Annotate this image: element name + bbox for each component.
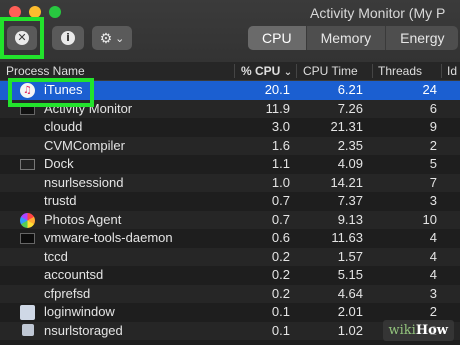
cpu-time-value: 5.15 <box>337 267 363 282</box>
table-row[interactable]: nsurlsessiond 1.0 14.21 7 <box>0 173 460 192</box>
threads-value: 2 <box>429 304 437 319</box>
table-row[interactable]: CVMCompiler 1.6 2.35 2 <box>0 136 460 155</box>
cpu-time-value: 4.09 <box>337 156 363 171</box>
cpu-value: 0.1 <box>271 322 290 338</box>
dock-icon <box>20 159 35 170</box>
table-row[interactable]: tccd 0.2 1.57 4 <box>0 247 460 266</box>
threads-value: 5 <box>429 156 437 171</box>
table-row[interactable]: vmware-tools-daemon 0.6 11.63 4 <box>0 229 460 248</box>
process-name: vmware-tools-daemon <box>44 230 173 245</box>
cpu-time-value: 21.31 <box>330 119 363 134</box>
column-cpu-label: % CPU <box>241 64 281 78</box>
highlight-box-stop-button <box>0 17 44 59</box>
threads-value: 7 <box>429 174 437 190</box>
cpu-time-value: 7.37 <box>337 193 363 208</box>
process-name: trustd <box>44 193 77 208</box>
title-bar: Activity Monitor (My P ✕ i ⚙ ⌄ CPU Memor… <box>0 0 460 63</box>
tab-energy[interactable]: Energy <box>385 26 458 50</box>
threads-value: 4 <box>429 267 437 282</box>
wikihow-watermark: wikiHow <box>382 320 454 341</box>
cpu-time-value: 11.63 <box>331 230 363 245</box>
process-name: accountsd <box>44 267 104 282</box>
process-name: cloudd <box>44 119 83 134</box>
gear-icon: ⚙ <box>99 29 113 46</box>
cpu-time-value: 7.26 <box>337 100 363 116</box>
sort-indicator-icon: ⌄ <box>283 67 293 78</box>
table-row[interactable]: trustd 0.7 7.37 3 <box>0 192 460 211</box>
table-row[interactable]: Dock 1.1 4.09 5 <box>0 155 460 174</box>
watermark-brand: wiki <box>388 323 416 338</box>
cpu-value: 1.1 <box>271 156 290 171</box>
column-separator <box>296 64 297 78</box>
cpu-value: 11.9 <box>265 100 290 116</box>
tab-memory[interactable]: Memory <box>305 26 386 50</box>
threads-value: 6 <box>429 100 437 116</box>
cpu-value: 0.7 <box>271 211 290 227</box>
table-row[interactable]: cloudd 3.0 21.31 9 <box>0 118 460 137</box>
threads-value: 3 <box>429 285 437 301</box>
threads-value: 9 <box>429 119 437 134</box>
process-list: ♫ iTunes 20.1 6.21 24 Activity Monitor 1… <box>0 81 460 340</box>
cpu-time-value: 2.01 <box>337 304 363 319</box>
action-menu-button[interactable]: ⚙ ⌄ <box>92 26 132 50</box>
cpu-value: 0.7 <box>271 193 290 208</box>
process-name: cfprefsd <box>44 285 91 301</box>
cpu-time-value: 4.64 <box>337 285 363 301</box>
threads-value: 4 <box>429 230 437 245</box>
column-threads[interactable]: Threads <box>378 64 422 78</box>
threads-value: 3 <box>429 193 437 208</box>
cpu-value: 0.2 <box>271 267 290 282</box>
cpu-time-value: 1.02 <box>337 322 363 338</box>
cpu-time-value: 14.21 <box>330 174 363 190</box>
column-separator <box>234 64 235 78</box>
column-process-name[interactable]: Process Name <box>6 64 85 78</box>
window-title: Activity Monitor (My P <box>310 5 446 21</box>
watermark-suffix: How <box>415 323 448 338</box>
cpu-value: 1.6 <box>271 137 290 153</box>
chevron-down-icon: ⌄ <box>115 32 125 45</box>
cpu-value: 3.0 <box>271 119 290 134</box>
column-cpu[interactable]: % CPU ⌄ <box>241 64 292 78</box>
threads-value: 2 <box>429 137 437 153</box>
threads-value: 4 <box>429 248 437 264</box>
cpu-value: 20.1 <box>264 82 290 97</box>
table-row[interactable]: loginwindow 0.1 2.01 2 <box>0 303 460 322</box>
cpu-time-value: 9.13 <box>337 211 363 227</box>
column-idle-wake-ups[interactable]: Id <box>447 64 457 78</box>
info-icon: i <box>61 31 75 45</box>
small-app-icon <box>22 323 34 336</box>
cpu-time-value: 1.57 <box>337 248 363 264</box>
highlight-box-itunes-row <box>8 78 94 107</box>
window-zoom-button[interactable] <box>49 6 61 18</box>
process-name: CVMCompiler <box>44 137 125 153</box>
column-separator <box>441 64 442 78</box>
view-tabs: CPU Memory Energy <box>248 26 459 50</box>
table-row[interactable]: Photos Agent 0.7 9.13 10 <box>0 210 460 229</box>
cpu-time-value: 2.35 <box>337 137 363 153</box>
vmware-icon <box>20 233 35 244</box>
column-separator <box>372 64 373 78</box>
cpu-value: 0.2 <box>271 285 290 301</box>
cpu-value: 0.2 <box>271 248 290 264</box>
cpu-time-value: 6.21 <box>337 82 363 97</box>
cpu-value: 0.6 <box>271 230 290 245</box>
cpu-value: 0.1 <box>271 304 290 319</box>
loginwindow-icon <box>20 305 35 320</box>
process-name: Photos Agent <box>44 211 122 227</box>
column-cpu-time[interactable]: CPU Time <box>303 64 358 78</box>
inspect-process-button[interactable]: i <box>52 26 84 50</box>
process-name: nsurlsessiond <box>44 174 124 190</box>
threads-value: 24 <box>422 82 437 97</box>
table-row[interactable]: accountsd 0.2 5.15 4 <box>0 266 460 285</box>
process-name: loginwindow <box>44 304 115 319</box>
tab-cpu[interactable]: CPU <box>248 26 306 50</box>
cpu-value: 1.0 <box>271 174 290 190</box>
process-name: nsurlstoraged <box>44 322 123 338</box>
table-row[interactable]: cfprefsd 0.2 4.64 3 <box>0 284 460 303</box>
process-name: Dock <box>44 156 74 171</box>
threads-value: 10 <box>422 211 437 227</box>
photos-agent-icon <box>20 212 35 228</box>
process-name: tccd <box>44 248 68 264</box>
